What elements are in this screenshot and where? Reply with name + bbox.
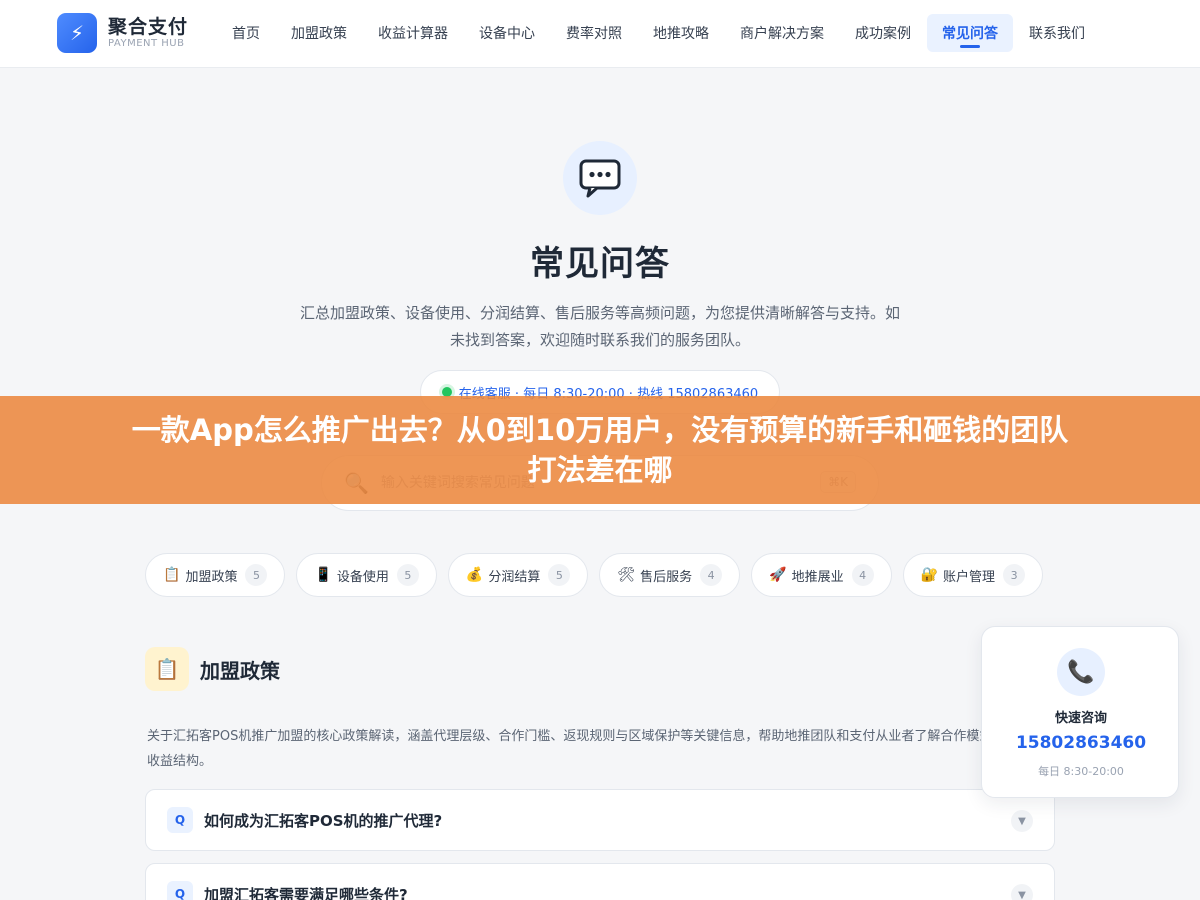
faq-question: 加盟汇拓客需要满足哪些条件? xyxy=(204,885,408,900)
nav-item-success-cases[interactable]: 成功案例 xyxy=(840,14,926,52)
nav-item-field-guide[interactable]: 地推攻略 xyxy=(638,14,724,52)
lightning-icon: ⚡ xyxy=(57,13,97,53)
faq-question: 如何成为汇拓客POS机的推广代理? xyxy=(204,811,443,830)
question-badge: Q xyxy=(167,881,193,900)
category-count: 3 xyxy=(1003,564,1026,586)
logo-title: 聚合支付 xyxy=(108,16,189,38)
nav-item-rate-comparison[interactable]: 费率对照 xyxy=(551,14,637,52)
category-label: 加盟政策 xyxy=(185,569,238,585)
section-title: 加盟政策 xyxy=(200,659,280,683)
category-chip-device-usage[interactable]: 📱 设备使用 5 xyxy=(296,553,437,597)
category-chip-after-sales[interactable]: 🛠 售后服务 4 xyxy=(599,553,741,597)
faq-item[interactable]: Q 如何成为汇拓客POS机的推广代理? ▼ xyxy=(145,789,1055,851)
category-count: 4 xyxy=(700,564,723,586)
main-nav: 首页 加盟政策 收益计算器 设备中心 费率对照 地推攻略 商户解决方案 成功案例… xyxy=(217,14,1101,52)
category-chip-profit-settlement[interactable]: 💰 分润结算 5 xyxy=(447,553,589,597)
service-hours: 每日 8:30-20:00 xyxy=(1038,765,1124,778)
category-count: 5 xyxy=(245,564,268,586)
nav-item-franchise-policy[interactable]: 加盟政策 xyxy=(276,14,362,52)
money-bag-icon: 💰 xyxy=(465,567,484,583)
clipboard-icon: 📋 xyxy=(163,567,181,583)
category-label: 售后服务 xyxy=(640,569,693,585)
category-label: 地推展业 xyxy=(791,569,844,585)
page-description: 汇总加盟政策、设备使用、分润结算、售后服务等高频问题，为您提供清晰解答与支持。如… xyxy=(300,304,901,349)
nav-item-earnings-calculator[interactable]: 收益计算器 xyxy=(363,14,463,52)
nav-item-contact[interactable]: 联系我们 xyxy=(1014,14,1100,52)
nav-item-merchant-solutions[interactable]: 商户解决方案 xyxy=(725,14,839,52)
tools-icon: 🛠 xyxy=(617,567,636,583)
chevron-down-icon[interactable]: ▼ xyxy=(1011,884,1033,900)
category-label: 设备使用 xyxy=(336,569,389,585)
article-title-banner: 一款App怎么推广出去？从0到10万用户，没有预算的新手和砸钱的团队 打法差在哪 xyxy=(0,396,1200,504)
page-title: 常见问答 xyxy=(530,244,670,284)
quick-consult-card[interactable]: 📞 快速咨询 15802863460 每日 8:30-20:00 xyxy=(981,626,1179,798)
hotline-number[interactable]: 15802863460 xyxy=(982,733,1180,753)
category-label: 分润结算 xyxy=(488,569,541,585)
category-count: 5 xyxy=(396,564,419,586)
nav-item-device-center[interactable]: 设备中心 xyxy=(464,14,550,52)
logo[interactable]: ⚡ 聚合支付 PAYMENT HUB xyxy=(57,13,188,53)
category-count: 4 xyxy=(851,564,874,586)
category-chip-account-management[interactable]: 🔐 账户管理 3 xyxy=(902,553,1044,597)
question-badge: Q xyxy=(167,807,193,833)
category-filter-list: 📋 加盟政策 5 📱 设备使用 5 💰 分润结算 5 🛠 售后服务 4 🚀 地推… xyxy=(145,553,1054,597)
quick-consult-label: 快速咨询 xyxy=(1054,711,1107,726)
chat-bubble-icon xyxy=(563,141,637,215)
lock-key-icon: 🔐 xyxy=(920,567,939,583)
category-count: 5 xyxy=(548,564,571,586)
phone-icon: 📞 xyxy=(1057,648,1105,696)
phone-device-icon: 📱 xyxy=(314,567,332,583)
clipboard-icon: 📋 xyxy=(145,647,189,691)
chevron-down-icon[interactable]: ▼ xyxy=(1011,810,1033,832)
logo-subtitle: PAYMENT HUB xyxy=(108,38,185,49)
banner-line-2: 打法差在哪 xyxy=(527,453,673,487)
rocket-icon: 🚀 xyxy=(769,567,787,583)
category-chip-franchise-policy[interactable]: 📋 加盟政策 5 xyxy=(145,553,286,597)
nav-item-faq[interactable]: 常见问答 xyxy=(927,14,1013,52)
faq-item[interactable]: Q 加盟汇拓客需要满足哪些条件? ▼ xyxy=(145,863,1055,900)
banner-line-1: 一款App怎么推广出去？从0到10万用户，没有预算的新手和砸钱的团队 xyxy=(131,413,1069,447)
category-label: 账户管理 xyxy=(943,569,996,585)
category-chip-field-promotion[interactable]: 🚀 地推展业 4 xyxy=(751,553,892,597)
top-header: ⚡ 聚合支付 PAYMENT HUB 首页 加盟政策 收益计算器 设备中心 费率… xyxy=(0,0,1200,68)
nav-item-home[interactable]: 首页 xyxy=(217,14,275,52)
section-description: 关于汇拓客POS机推广加盟的核心政策解读，涵盖代理层级、合作门槛、返现规则与区域… xyxy=(147,729,1006,769)
